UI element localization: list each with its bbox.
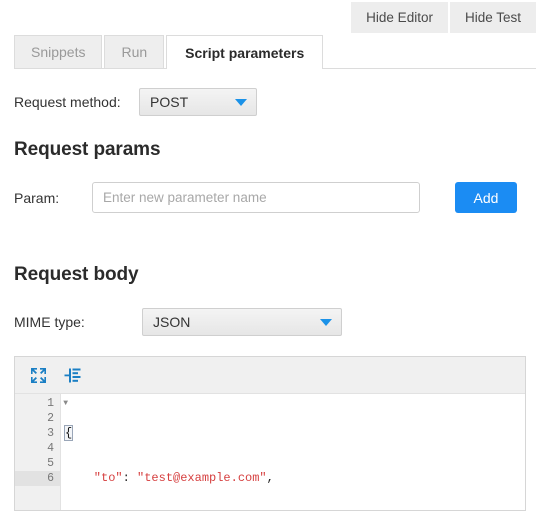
add-param-button[interactable]: Add: [455, 182, 517, 213]
code-area[interactable]: 1 ▼ 2 3 4 5 6 { "to": "test@example.com",…: [15, 394, 525, 510]
fold-arrow-icon[interactable]: ▼: [63, 396, 68, 411]
code-token-punct: :: [122, 471, 138, 485]
request-params-heading: Request params: [14, 139, 161, 160]
request-body-editor[interactable]: 1 ▼ 2 3 4 5 6 { "to": "test@example.com",…: [14, 356, 526, 511]
line-number: 5: [47, 457, 54, 470]
line-number: 3: [47, 427, 54, 440]
request-method-value: POST: [150, 94, 189, 110]
param-label: Param:: [14, 189, 60, 206]
request-body-heading: Request body: [14, 264, 139, 285]
code-token-punct: ,: [266, 471, 274, 485]
chevron-down-icon: [320, 319, 332, 326]
mime-type-row: MIME type: JSON: [14, 308, 342, 336]
mime-type-label: MIME type:: [14, 314, 85, 330]
request-method-row: Request method: POST: [14, 88, 257, 116]
mime-type-select[interactable]: JSON: [142, 308, 342, 336]
code-line: {: [61, 425, 525, 441]
format-indent-icon[interactable]: [59, 363, 85, 387]
tab-run[interactable]: Run: [104, 35, 165, 68]
param-name-input[interactable]: [92, 182, 420, 213]
request-method-select[interactable]: POST: [139, 88, 257, 116]
request-method-label: Request method:: [14, 94, 121, 110]
hide-editor-button[interactable]: Hide Editor: [351, 2, 448, 33]
hide-test-button[interactable]: Hide Test: [449, 2, 536, 33]
editor-gutter: 1 ▼ 2 3 4 5 6: [15, 394, 68, 510]
code-token-brace-open: {: [63, 425, 74, 441]
code-token-value: "test@example.com": [137, 471, 267, 485]
top-action-bar: Hide Editor Hide Test: [351, 2, 536, 33]
line-number: 2: [47, 412, 54, 425]
script-parameters-panel: Hide Editor Hide Test Snippets Run Scrip…: [0, 0, 550, 521]
code-token-key: "to": [65, 471, 123, 485]
line-number: 1 ▼: [47, 397, 68, 410]
param-row: Param: Add: [14, 182, 536, 213]
line-number: 6: [15, 471, 60, 486]
editor-toolbar: [15, 357, 525, 394]
chevron-down-icon: [235, 99, 247, 106]
code-lines[interactable]: { "to": "test@example.com", "subject":"A…: [61, 394, 525, 510]
mime-type-value: JSON: [153, 314, 191, 330]
line-number: 4: [47, 442, 54, 455]
tab-snippets[interactable]: Snippets: [14, 35, 103, 68]
tab-bar: Snippets Run Script parameters: [14, 35, 536, 69]
tab-script-parameters[interactable]: Script parameters: [166, 35, 324, 69]
code-line: "to": "test@example.com",: [61, 471, 525, 486]
fullscreen-expand-icon[interactable]: [25, 363, 51, 387]
